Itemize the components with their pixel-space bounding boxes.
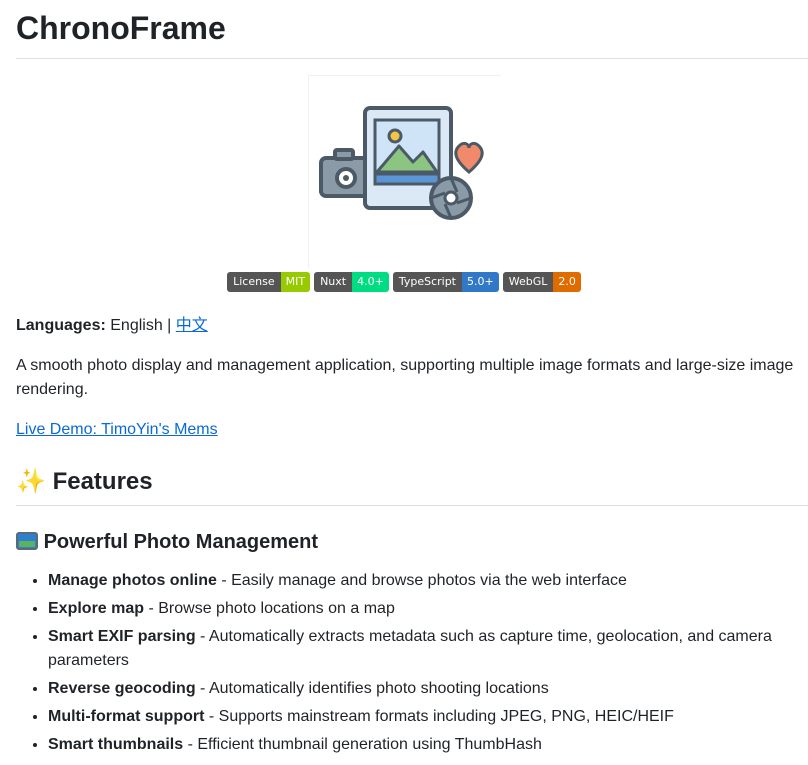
badge-label: TypeScript [392, 272, 462, 292]
license-badge[interactable]: License MIT [227, 272, 311, 292]
feature-name: Smart EXIF parsing [48, 628, 196, 645]
feature-description: - Easily manage and browse photos via th… [216, 572, 627, 589]
feature-name: Reverse geocoding [48, 680, 196, 697]
typescript-badge[interactable]: TypeScript 5.0+ [392, 272, 499, 292]
badge-label: Nuxt [314, 272, 353, 292]
features-heading-text: Features [52, 468, 153, 495]
badge-value: MIT [280, 272, 311, 292]
feature-name: Multi-format support [48, 708, 205, 725]
list-item: Reverse geocoding - Automatically identi… [48, 677, 808, 701]
readme-page: ChronoFrame License MIT Nuxt 4.0+ TypeSc… [0, 0, 808, 757]
demo-line: Live Demo: TimoYin's Mems [16, 418, 808, 442]
badge-row: License MIT Nuxt 4.0+ TypeScript 5.0+ We… [0, 272, 808, 292]
languages-line: Languages: English | 中文 [16, 314, 808, 338]
live-demo-link[interactable]: Live Demo: TimoYin's Mems [16, 421, 218, 438]
badge-value: 4.0+ [352, 272, 389, 292]
list-item: Manage photos online - Easily manage and… [48, 569, 808, 593]
languages-current: English | [110, 317, 172, 334]
list-item: Explore map - Browse photo locations on … [48, 597, 808, 621]
languages-label: Languages: [16, 317, 106, 334]
page-title: ChronoFrame [16, 0, 808, 59]
framed-picture-icon [16, 532, 38, 550]
feature-list: Manage photos online - Easily manage and… [16, 569, 808, 757]
feature-name: Smart thumbnails [48, 736, 184, 753]
logo-container [0, 75, 808, 268]
badge-value: 2.0 [553, 272, 581, 292]
feature-name: Manage photos online [48, 572, 217, 589]
features-heading: ✨ Features [16, 466, 808, 506]
badge-label: WebGL [502, 272, 554, 292]
feature-name: Explore map [48, 600, 145, 617]
list-item: Smart EXIF parsing - Automatically extra… [48, 625, 808, 673]
nuxt-badge[interactable]: Nuxt 4.0+ [314, 272, 389, 292]
app-description: A smooth photo display and management ap… [16, 357, 794, 398]
list-item: Smart thumbnails - Efficient thumbnail g… [48, 733, 808, 757]
photo-management-heading-text: Powerful Photo Management [43, 531, 319, 553]
sparkles-icon: ✨ [16, 467, 46, 495]
app-logo [307, 75, 501, 268]
photo-management-heading: Powerful Photo Management [16, 530, 808, 555]
feature-description: - Supports mainstream formats including … [204, 708, 674, 725]
feature-description: - Browse photo locations on a map [144, 600, 395, 617]
photo-frame-logo-icon [318, 106, 484, 220]
list-item: Multi-format support - Supports mainstre… [48, 705, 808, 729]
chinese-language-link[interactable]: 中文 [176, 317, 208, 334]
webgl-badge[interactable]: WebGL 2.0 [502, 272, 581, 292]
badge-value: 5.0+ [462, 272, 499, 292]
badge-label: License [227, 272, 281, 292]
feature-description: - Efficient thumbnail generation using T… [183, 736, 542, 753]
feature-description: - Automatically identifies photo shootin… [195, 680, 549, 697]
